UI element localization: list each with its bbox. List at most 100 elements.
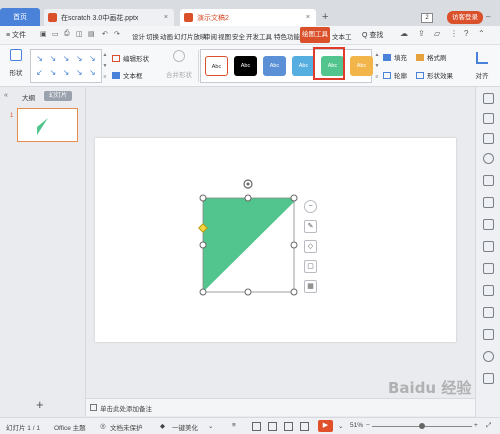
new-tab-button[interactable]: + [322,11,328,23]
share-icon[interactable]: ⇪ [418,29,425,38]
connector-icon[interactable]: ↘ [73,52,86,66]
cloud-icon[interactable]: ☁ [400,29,408,38]
connector-icon[interactable]: ↘ [86,66,99,80]
style-option[interactable]: Abc [350,56,373,76]
image-icon[interactable]: ▦ [304,280,317,293]
clock-icon[interactable] [483,351,494,362]
resize-handle[interactable] [290,288,298,296]
undo-icon[interactable]: ↶ [102,30,108,38]
menu-review[interactable]: 审阅 [204,31,217,41]
style-option[interactable]: Abc [205,56,228,76]
collapse-ribbon-icon[interactable]: ⌃ [478,29,485,38]
zoom-out-icon[interactable]: − [366,422,370,429]
redo-icon[interactable]: ↷ [114,30,120,38]
tab-drawing-tools[interactable]: 绘图工具 [300,27,330,43]
resize-handle[interactable] [290,241,298,249]
minimize-icon[interactable]: – [486,12,490,21]
folder-icon[interactable]: ▭ [52,30,59,38]
chevron-down-icon[interactable]: ⌄ [208,422,213,430]
connector-icon[interactable]: ↘ [59,52,72,66]
menu-devtools[interactable]: 开发工具 [246,31,272,41]
connector-icon[interactable]: ↘ [46,52,59,66]
style-option[interactable]: Abc [234,56,257,76]
more-icon[interactable]: ⋮ [450,29,458,38]
fill-button[interactable]: 填充 [383,52,407,62]
style-icon[interactable] [483,133,494,144]
close-icon[interactable]: × [164,14,168,21]
login-button[interactable]: 访客登录 [447,11,483,24]
frame-icon[interactable]: ▢ [304,260,317,273]
minus-icon[interactable]: − [304,200,317,213]
text-box-button[interactable]: 文本框 [112,70,149,80]
gallery-scroll[interactable]: ▲ ▼ ≡ [102,49,108,83]
connector-gallery[interactable]: ↘ ↘ ↘ ↘ ↘ ↙ ↘ ↘ ↘ ↘ [30,49,102,83]
grid-icon[interactable] [483,373,494,384]
style-option[interactable]: Abc [292,56,315,76]
tab-slides[interactable]: 幻灯片 [44,91,72,101]
chevron-down-icon[interactable]: ⌄ [338,422,343,430]
search-button[interactable]: Q 查找 [362,30,383,40]
resize-handle[interactable] [199,194,207,202]
beautify-button[interactable]: 一键美化 [172,422,198,432]
menu-animation[interactable]: 动画 [160,31,173,41]
properties-icon[interactable] [483,113,494,124]
connector-icon[interactable]: ↘ [73,66,86,80]
eraser-icon[interactable]: ◇ [304,240,317,253]
edit-shape-button[interactable]: 编辑形状 [112,53,149,63]
menu-transition[interactable]: 切换 [146,31,159,41]
tab-presentation[interactable]: 演示文稿2 × [180,9,316,26]
sorter-view-icon[interactable] [268,422,277,431]
location-icon[interactable] [483,153,494,164]
align-button[interactable]: 对齐 [468,52,496,80]
outline-button[interactable]: 轮廓 [383,70,407,80]
resize-handle[interactable] [290,194,298,202]
file-menu[interactable]: ≡ 文件 [6,30,26,40]
zoom-in-icon[interactable]: + [474,422,478,429]
tab-file[interactable]: 在scratch 3.0中画花.pptx × [44,9,174,26]
style-gallery-scroll[interactable]: ▲ ▼ ≡ [374,49,380,83]
play-button[interactable]: ▶ [318,420,333,432]
print-icon[interactable]: ⎙ [64,30,70,38]
menu-text-tools[interactable]: 文本工 [332,31,352,41]
connector-icon[interactable]: ↘ [46,66,59,80]
format-brush-button[interactable]: 格式刷 [416,52,453,62]
shape-effects-button[interactable]: 形状效果 [416,70,453,80]
close-icon[interactable]: × [306,14,310,21]
slide-thumbnail[interactable] [17,108,78,142]
save-icon[interactable]: ▣ [40,30,47,38]
tab-home[interactable]: 首页 [0,8,40,26]
shape-icon[interactable] [483,307,494,318]
pen-icon[interactable]: ✎ [304,220,317,233]
connector-icon[interactable]: ↙ [33,66,46,80]
tab-count-badge[interactable]: 2 [421,13,433,23]
resize-handle[interactable] [244,194,252,202]
animation-icon[interactable] [483,175,494,186]
doc-protection-status[interactable]: 文档未保护 [110,422,143,432]
connector-icon[interactable]: ↘ [86,52,99,66]
preview-icon[interactable]: ◫ [76,30,83,38]
layer-icon[interactable] [483,263,494,274]
notes-toggle-icon[interactable]: ≡ [232,422,236,429]
menu-features[interactable]: 特色功能 [274,31,300,41]
resize-handle[interactable] [199,288,207,296]
menu-security[interactable]: 安全 [232,31,245,41]
export-icon[interactable]: ▤ [88,30,95,38]
crop-icon[interactable] [483,197,494,208]
table-icon[interactable] [483,219,494,230]
merge-shape-button[interactable]: 合并形状 [160,50,198,79]
chart-icon[interactable] [483,241,494,252]
menu-view[interactable]: 视图 [218,31,231,41]
connector-icon[interactable]: ↘ [33,52,46,66]
zoom-level[interactable]: 51% [350,422,363,429]
comment-icon[interactable]: ▱ [434,29,440,38]
resize-handle[interactable] [244,288,252,296]
menu-design[interactable]: 设计 [132,31,145,41]
resize-handle[interactable] [199,241,207,249]
shape-button[interactable]: 形状 [6,49,26,85]
brush-icon[interactable] [483,285,494,296]
collapse-panel-icon[interactable]: « [4,92,8,99]
fit-window-icon[interactable]: ⤢ [486,422,491,430]
menu-slideshow[interactable]: 幻灯片放映 [174,31,207,41]
connector-icon[interactable]: ↘ [59,66,72,80]
notes-bar[interactable]: 单击此处添加备注 [86,398,475,416]
